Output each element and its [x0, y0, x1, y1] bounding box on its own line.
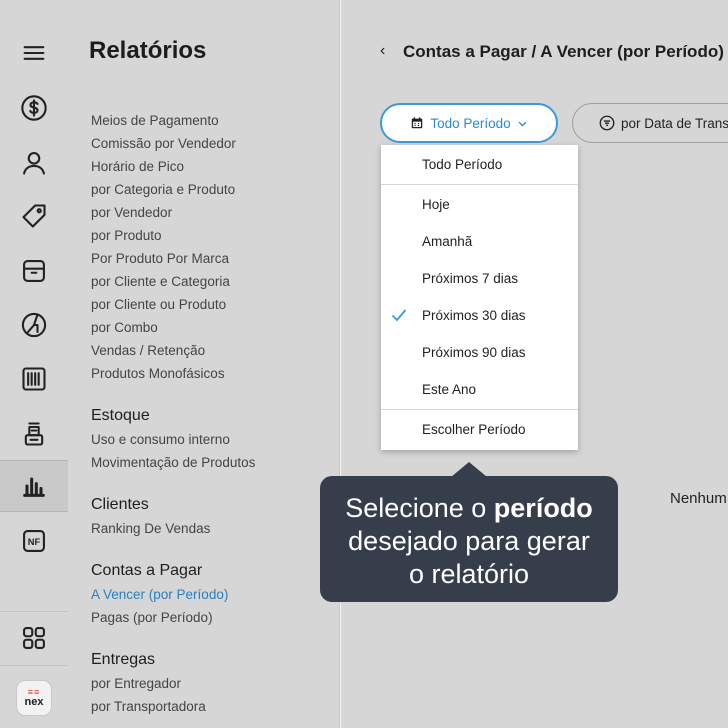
report-link[interactable]: por Transportadora — [91, 699, 206, 714]
report-link[interactable]: por Cliente ou Produto — [91, 297, 226, 312]
dropdown-item[interactable]: Próximos 7 dias — [381, 260, 578, 297]
report-link[interactable]: por Entregador — [91, 676, 181, 691]
report-link[interactable]: Vendas / Retenção — [91, 343, 205, 358]
date-filter-button[interactable]: por Data de Transação — [572, 103, 728, 143]
tag-icon[interactable] — [0, 190, 68, 242]
reports-title: Relatórios — [89, 37, 207, 64]
dropdown-divider — [381, 409, 578, 410]
dropdown-item-selected[interactable]: Próximos 30 dias — [381, 297, 578, 334]
bar-chart-icon[interactable] — [0, 460, 68, 512]
reports-panel: Relatórios Meios de Pagamento Comissão p… — [68, 0, 340, 728]
barcode-icon[interactable] — [0, 353, 68, 405]
dropdown-item[interactable]: Escolher Período — [381, 411, 578, 448]
date-filter-label: por Data de Transação — [621, 115, 728, 131]
report-link[interactable]: por Categoria e Produto — [91, 182, 235, 197]
icon-rail: NF ≡≡ nex — [0, 0, 68, 728]
period-dropdown-menu: Todo Período Hoje Amanhã Próximos 7 dias… — [381, 145, 578, 450]
logo-mark: ≡≡ — [27, 687, 41, 697]
section-entregas: Entregas — [91, 651, 156, 668]
report-link[interactable]: Por Produto Por Marca — [91, 251, 229, 266]
period-select-label: Todo Período — [430, 115, 511, 131]
filter-icon — [599, 115, 615, 131]
dropdown-item[interactable]: Todo Período — [381, 146, 578, 183]
tooltip-line-1: Selecione o período — [320, 492, 618, 525]
tooltip-line-3: o relatório — [408, 559, 530, 589]
report-link[interactable]: Ranking De Vendas — [91, 521, 210, 536]
dropdown-item[interactable]: Hoje — [381, 186, 578, 223]
page-title: Contas a Pagar / A Vencer (por Período) — [403, 42, 724, 61]
report-link[interactable]: Meios de Pagamento — [91, 113, 219, 128]
tooltip-text: Selecione o — [345, 493, 494, 523]
nf-icon[interactable]: NF — [0, 515, 68, 567]
section-contas-a-pagar: Contas a Pagar — [91, 562, 203, 579]
tooltip-emphasis: período — [493, 493, 593, 523]
apps-grid-icon[interactable] — [0, 612, 68, 664]
section-clientes: Clientes — [91, 496, 149, 513]
report-link[interactable]: por Produto — [91, 228, 162, 243]
nex-logo[interactable]: ≡≡ nex — [16, 680, 52, 716]
chevron-down-icon — [518, 121, 527, 126]
report-link[interactable]: por Cliente e Categoria — [91, 274, 230, 289]
register-icon[interactable] — [0, 408, 68, 460]
report-link[interactable]: Pagas (por Período) — [91, 610, 213, 625]
box-icon[interactable] — [0, 245, 68, 297]
calendar-icon — [412, 117, 423, 129]
dropdown-item-label: Próximos 30 dias — [422, 308, 526, 323]
report-link[interactable]: Produtos Monofásicos — [91, 366, 225, 381]
report-link[interactable]: por Combo — [91, 320, 158, 335]
menu-icon[interactable] — [0, 27, 68, 79]
report-link[interactable]: Movimentação de Produtos — [91, 455, 255, 470]
pie-chart-icon[interactable] — [0, 299, 68, 351]
dollar-icon[interactable] — [0, 82, 68, 134]
report-link[interactable]: por Vendedor — [91, 205, 172, 220]
report-link-selected[interactable]: A Vencer (por Período) — [91, 587, 228, 602]
tooltip-arrow — [451, 462, 487, 477]
dropdown-item[interactable]: Próximos 90 dias — [381, 334, 578, 371]
back-button[interactable]: ‹ — [380, 42, 385, 60]
empty-state-text: Nenhum — [670, 490, 727, 507]
period-select-button[interactable]: Todo Período — [380, 103, 558, 143]
rail-divider — [0, 665, 68, 666]
dropdown-item[interactable]: Este Ano — [381, 371, 578, 408]
logo-text: nex — [24, 696, 44, 708]
section-estoque: Estoque — [91, 407, 150, 424]
report-link[interactable]: Uso e consumo interno — [91, 432, 230, 447]
user-icon[interactable] — [0, 137, 68, 189]
dropdown-divider — [381, 184, 578, 185]
help-tooltip: Selecione o período desejado para gerar … — [320, 476, 618, 602]
report-link[interactable]: Comissão por Vendedor — [91, 136, 236, 151]
tooltip-line-2: desejado para gerar — [348, 526, 590, 556]
report-link[interactable]: Horário de Pico — [91, 159, 184, 174]
dropdown-item[interactable]: Amanhã — [381, 223, 578, 260]
svg-text:NF: NF — [28, 537, 41, 547]
